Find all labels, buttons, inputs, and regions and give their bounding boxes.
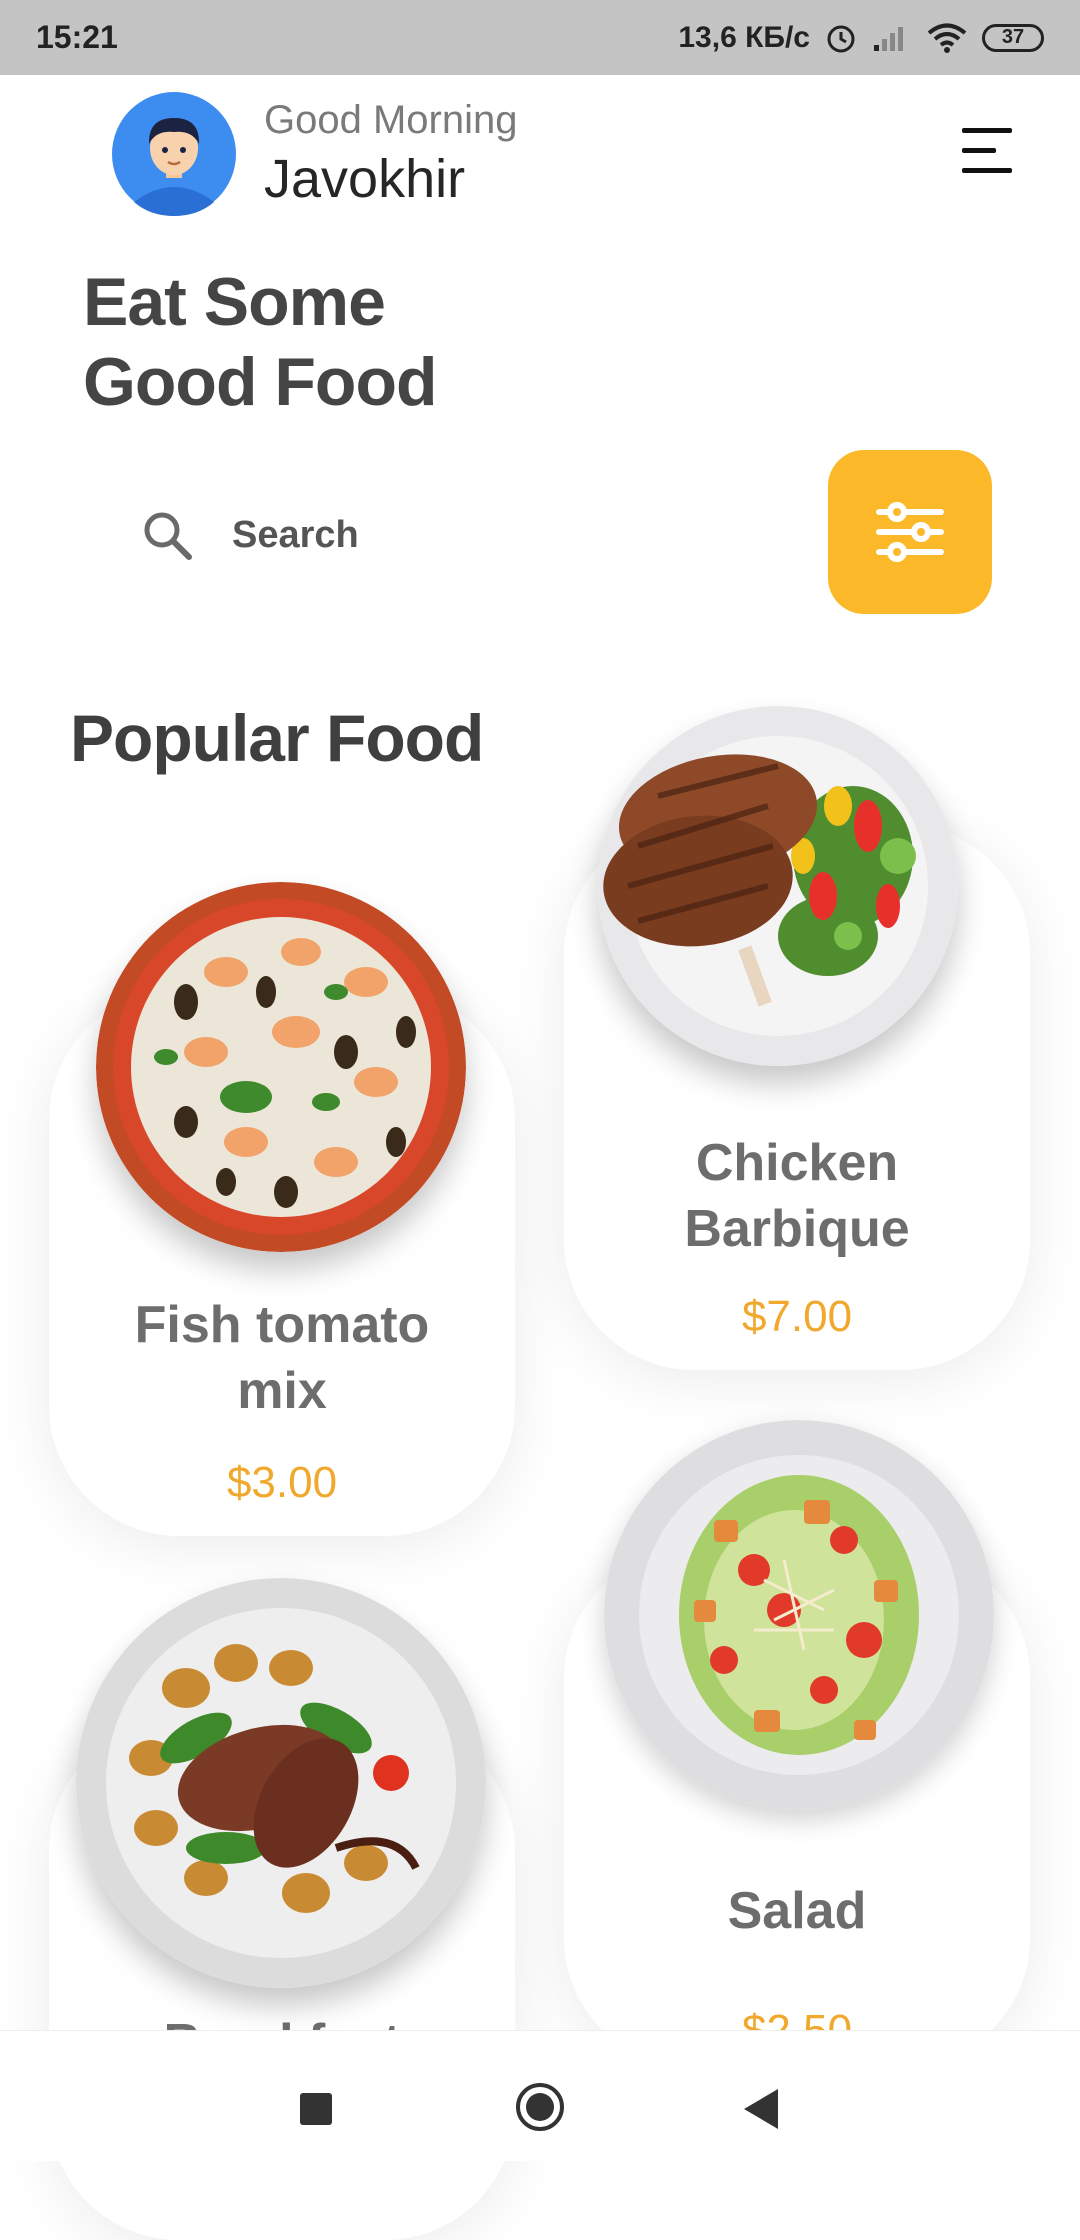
menu-icon-line [962, 168, 1012, 173]
salad-plate-image [604, 1420, 994, 1810]
system-navigation-bar [0, 2030, 1080, 2161]
steak-plate-image [76, 1578, 486, 1988]
filter-button[interactable] [828, 450, 992, 614]
search-bar[interactable] [140, 500, 760, 570]
recent-apps-icon[interactable] [300, 2093, 332, 2125]
food-name: Chicken Barbique [684, 1134, 910, 1258]
avatar-icon[interactable] [112, 92, 236, 216]
back-icon[interactable] [744, 2089, 778, 2129]
food-price: $3.00 [226, 1458, 338, 1507]
wifi-icon [927, 23, 967, 53]
filter-icon [876, 502, 944, 562]
food-price: $7.00 [741, 1292, 853, 1341]
page-title: Eat Some Good Food [83, 262, 438, 422]
menu-button[interactable] [962, 124, 1020, 176]
status-bar: 15:21 13,6 КБ/с 37 [0, 0, 1080, 75]
status-time: 15:21 [36, 19, 118, 55]
status-right: 13,6 КБ/с 37 [678, 21, 1044, 55]
search-input[interactable] [230, 512, 654, 558]
search-icon[interactable] [140, 508, 194, 562]
section-title: Popular Food [70, 701, 484, 775]
menu-icon [962, 128, 1012, 133]
food-name: Salad [727, 1882, 867, 1940]
chicken-plate-image [598, 706, 958, 1066]
network-speed: 13,6 КБ/с [678, 20, 810, 54]
headline-line-1: Eat Some [83, 264, 386, 340]
signal-icon [874, 26, 903, 51]
alarm-icon [827, 25, 855, 52]
greeting-text: Good Morning [264, 98, 518, 142]
pizza-image [96, 882, 466, 1252]
food-name: Fish tomato mix [134, 1296, 430, 1420]
home-icon[interactable] [516, 2083, 564, 2131]
username-text: Javokhir [264, 149, 466, 209]
headline-line-2: Good Food [83, 344, 438, 420]
menu-icon-line [962, 148, 996, 153]
battery-icon: 37 [982, 23, 1044, 52]
